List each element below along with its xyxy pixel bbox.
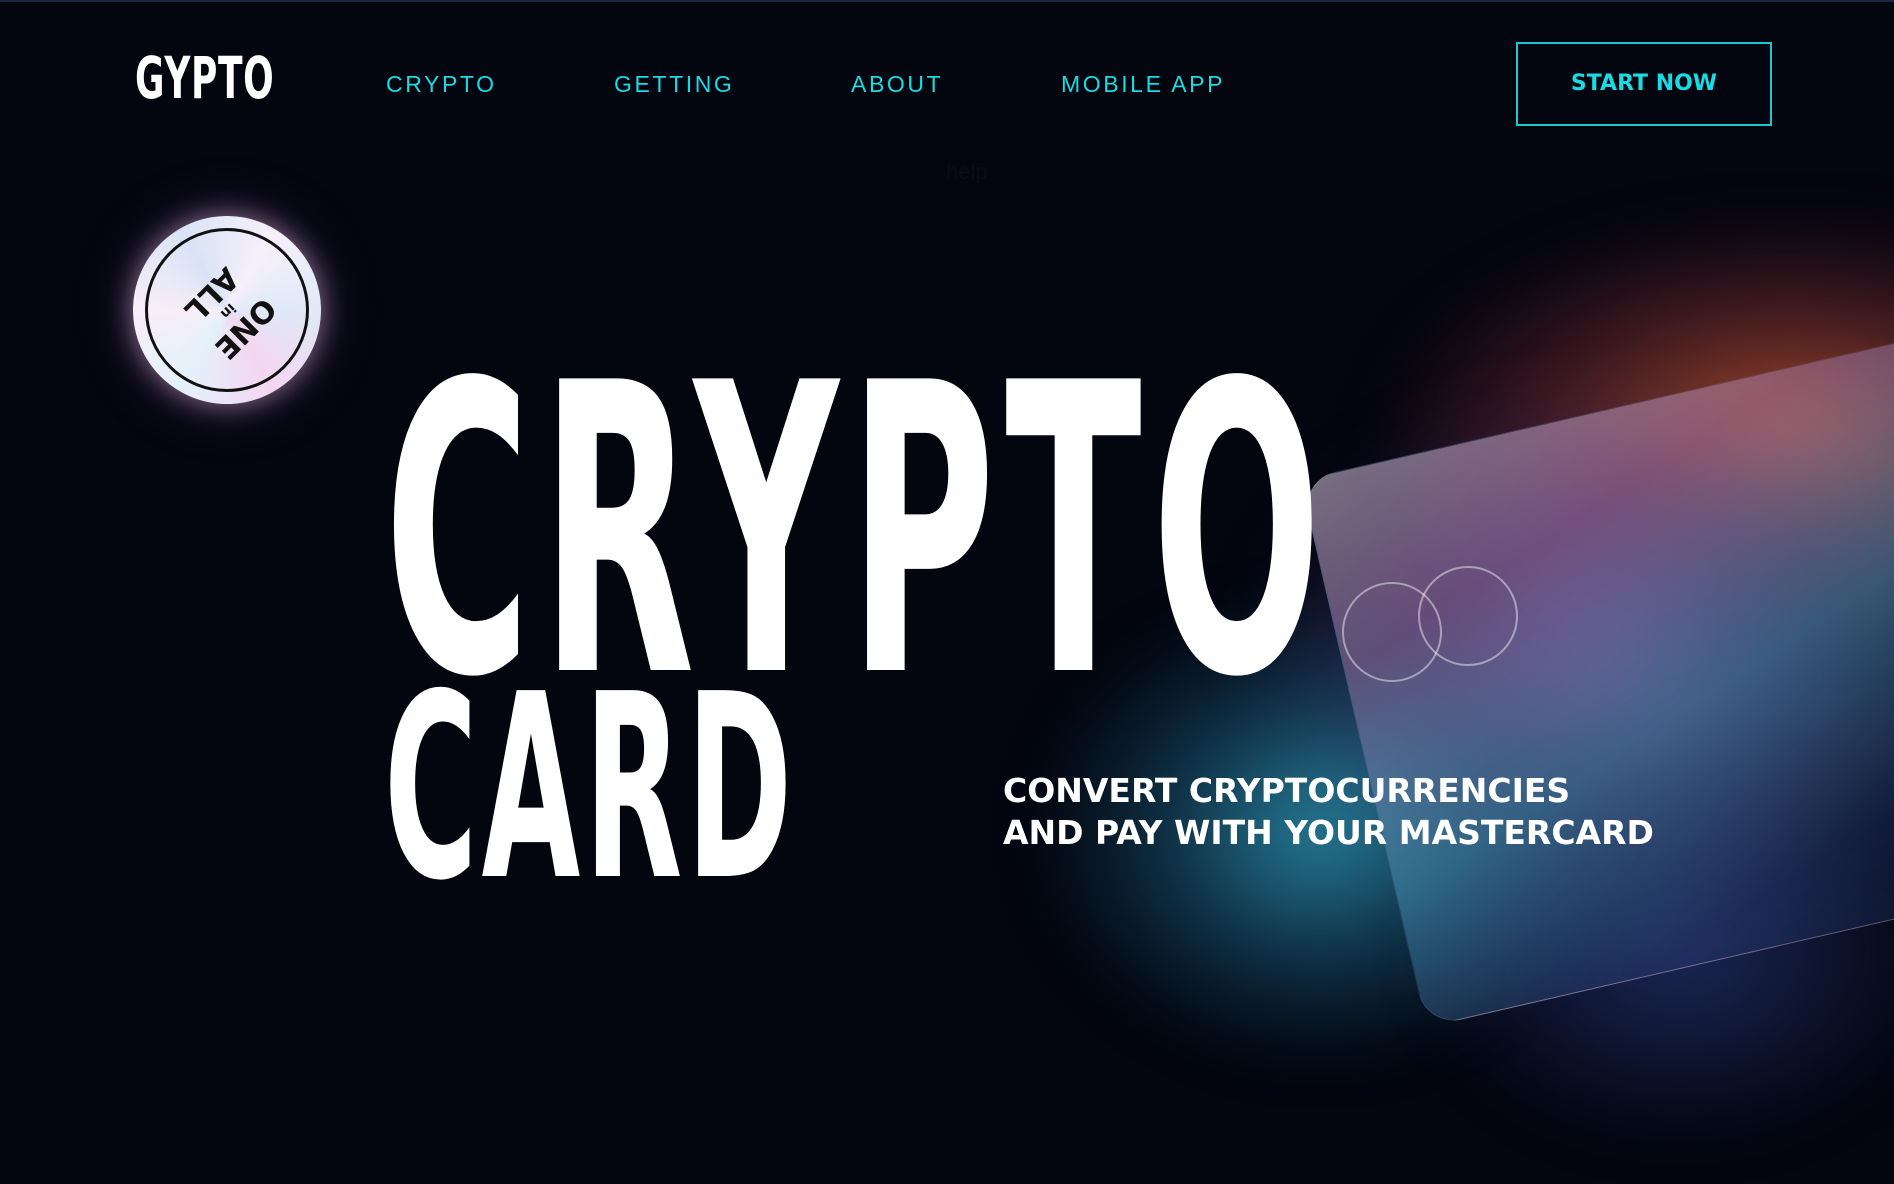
sticker-text-group: ONE in ALL [94,177,360,443]
hero-title-card: CARD [384,640,797,937]
start-now-button[interactable]: START NOW [1516,42,1772,126]
nav-link-crypto[interactable]: CRYPTO [386,68,497,100]
tagline-line-1: CONVERT CRYPTOCURRENCIES [1003,771,1571,810]
tagline-line-2: AND PAY WITH YOUR MASTERCARD [1003,813,1654,852]
nav-link-about[interactable]: ABOUT [851,68,943,100]
nav-link-getting[interactable]: GETTING [614,68,734,100]
landing-page: GYPTO CRYPTO GETTING ABOUT MOBILE APP ST… [0,0,1894,1184]
top-border [0,0,1894,2]
help-link[interactable]: help [946,158,988,186]
brand-logo[interactable]: GYPTO [135,46,274,110]
nav-link-mobile-app[interactable]: MOBILE APP [1061,68,1225,100]
hero-tagline: CONVERT CRYPTOCURRENCIES AND PAY WITH YO… [1003,770,1654,854]
all-in-one-sticker: ONE in ALL [133,216,321,404]
